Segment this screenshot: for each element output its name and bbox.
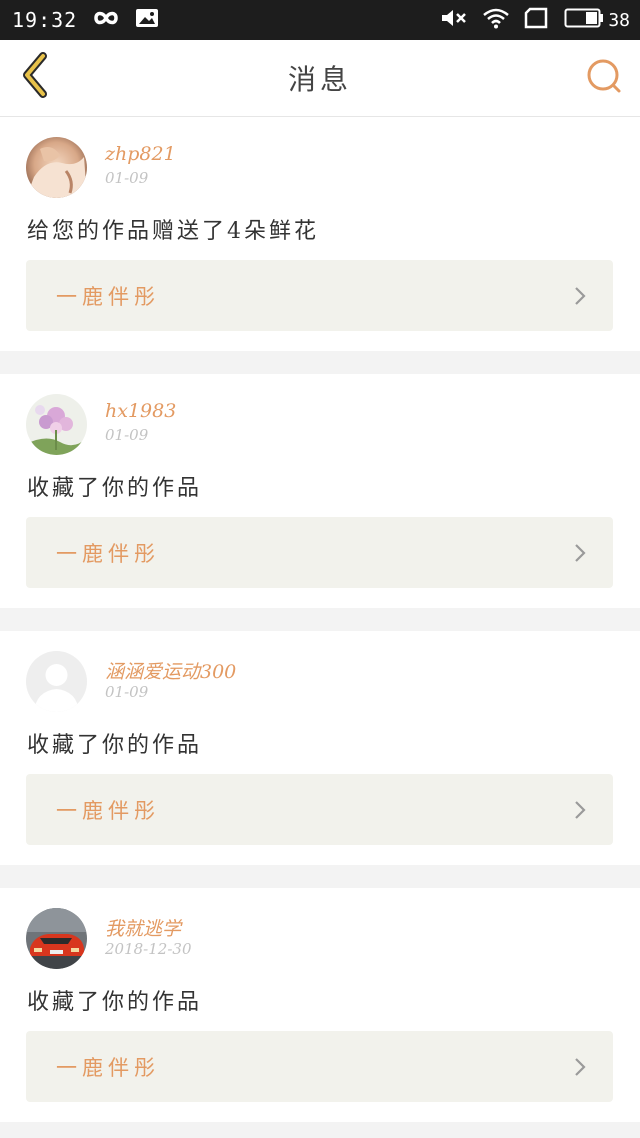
avatar[interactable] [26,908,87,969]
battery-level: 38 [608,9,630,31]
page-title: 消息 [287,63,352,96]
status-left: 19:32 [12,8,159,32]
status-bar: 19:32 38 [0,0,640,40]
avatar[interactable] [26,394,87,455]
message-list: zhp821 01-09 给您的作品赠送了4朵鲜花 一鹿伴彤 hx1983 01… [0,117,640,1122]
message-text: 收藏了你的作品 [27,476,203,501]
work-title: 一鹿伴彤 [56,1055,160,1080]
sim-icon [524,7,550,33]
chevron-right-icon [573,799,587,821]
username[interactable]: zhp821 [105,143,176,165]
message-date: 2018-12-30 [105,940,192,958]
chevron-right-icon [573,542,587,564]
avatar[interactable] [26,137,87,198]
message-card: zhp821 01-09 给您的作品赠送了4朵鲜花 一鹿伴彤 [0,117,640,351]
message-card: 涵涵爱运动300 01-09 收藏了你的作品 一鹿伴彤 [0,631,640,865]
message-date: 01-09 [105,169,149,187]
status-right: 38 [440,7,630,33]
work-title: 一鹿伴彤 [56,541,160,566]
back-button[interactable] [14,52,58,102]
username[interactable]: 涵涵爱运动300 [105,657,236,684]
search-icon [585,57,623,99]
chevron-left-icon [19,52,53,102]
message-date: 01-09 [105,683,149,701]
work-title: 一鹿伴彤 [56,798,160,823]
mute-icon [440,7,468,33]
message-text: 收藏了你的作品 [27,990,203,1015]
message-card: hx1983 01-09 收藏了你的作品 一鹿伴彤 [0,374,640,608]
nav-bar: 消息 [0,40,640,117]
image-icon [135,8,159,32]
work-title: 一鹿伴彤 [56,284,160,309]
infinity-icon [91,9,121,31]
work-link[interactable]: 一鹿伴彤 [26,260,613,331]
message-date: 01-09 [105,426,149,444]
message-text: 给您的作品赠送了4朵鲜花 [27,219,319,244]
status-time: 19:32 [12,8,78,32]
work-link[interactable]: 一鹿伴彤 [26,774,613,845]
work-link[interactable]: 一鹿伴彤 [26,517,613,588]
avatar[interactable] [26,651,87,712]
wifi-icon [482,7,510,33]
chevron-right-icon [573,285,587,307]
work-link[interactable]: 一鹿伴彤 [26,1031,613,1102]
chevron-right-icon [573,1056,587,1078]
username[interactable]: hx1983 [105,400,176,422]
search-button[interactable] [582,56,626,100]
battery-icon [564,7,604,33]
username[interactable]: 我就逃学 [105,914,181,941]
message-text: 收藏了你的作品 [27,733,203,758]
message-card: 我就逃学 2018-12-30 收藏了你的作品 一鹿伴彤 [0,888,640,1122]
